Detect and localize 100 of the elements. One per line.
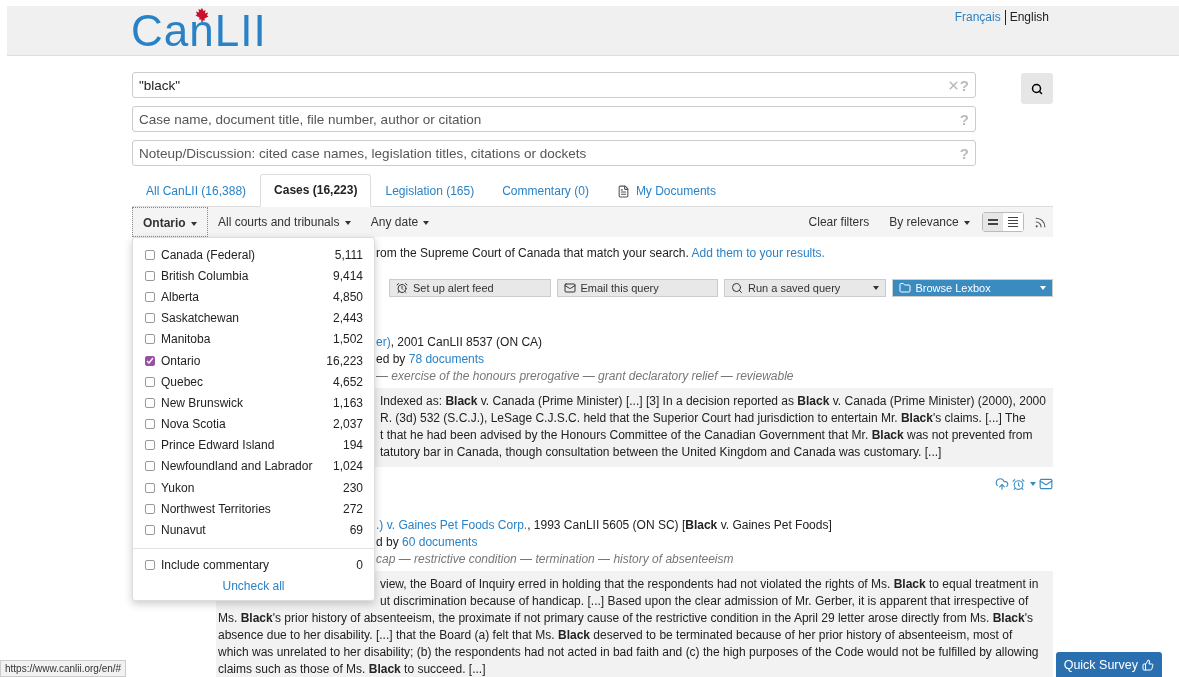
checkbox[interactable] <box>145 291 155 302</box>
cited-by-text: ed by <box>376 352 406 366</box>
rss-icon[interactable] <box>1034 215 1047 229</box>
search-icon <box>1031 82 1043 95</box>
option-label: Nova Scotia <box>161 417 227 432</box>
option-label: Nunavut <box>161 523 207 538</box>
caret-icon[interactable] <box>1030 482 1036 486</box>
caret-icon <box>1040 286 1046 290</box>
caret-icon <box>872 286 879 290</box>
jurisdiction-option[interactable]: Yukon 230 <box>133 477 374 499</box>
snippet-text: absence due to her disability. [...] that the Board (a) felt that Ms. Black deserved to be terminated because of her prior history of absenteeism, most of <box>218 628 1013 642</box>
search-field[interactable]: Case name, document title, file number, author or citation ? <box>132 106 976 132</box>
option-label: Alberta <box>161 289 201 304</box>
checkbox[interactable] <box>145 482 155 493</box>
sort-dropdown[interactable]: By relevance <box>879 207 980 237</box>
option-count: 194 <box>342 438 363 453</box>
snippet-text: t that he had been advised by the Honours Committee of the Canadian Government that Mr. Black was not prevented from <box>380 428 1033 442</box>
checkbox[interactable] <box>145 461 155 472</box>
case-keywords: cap — restrictive condition — termination — history of absenteeism <box>376 552 734 566</box>
checkbox[interactable] <box>145 419 155 430</box>
jurisdiction-option[interactable]: Prince Edward Island 194 <box>133 434 374 456</box>
case-title-link[interactable]: er) <box>376 335 391 349</box>
cloud-upload-icon[interactable] <box>995 477 1009 491</box>
jurisdiction-option[interactable]: Nunavut 69 <box>133 519 374 541</box>
snippet-text: ut discrimination because of handicap. [...] Based upon the clear admission of Mr. Gerber, it is apparent that irrespective of <box>380 594 1029 608</box>
search-field[interactable]: Noteup/Discussion: cited case names, legislation titles, citations or dockets ? <box>132 140 976 166</box>
option-count: 4,850 <box>332 289 363 304</box>
jurisdiction-option[interactable]: Alberta 4,850 <box>133 286 374 308</box>
tab[interactable]: My Documents <box>602 174 730 207</box>
alarm-clock-icon <box>396 282 408 294</box>
search-icon <box>731 282 743 294</box>
tab[interactable]: Legislation (165) <box>371 174 489 207</box>
option-count: 272 <box>342 501 363 516</box>
checkbox[interactable] <box>145 249 155 260</box>
tab[interactable]: Cases (16,223) <box>260 174 372 207</box>
tab[interactable]: Commentary (0) <box>488 174 603 207</box>
jurisdiction-option[interactable]: Manitoba 1,502 <box>133 328 374 350</box>
checkbox[interactable] <box>145 560 155 571</box>
jurisdiction-option[interactable]: Quebec 4,652 <box>133 371 374 393</box>
jurisdiction-option[interactable]: Canada (Federal) 5,111 <box>133 244 374 266</box>
toolbar-button[interactable]: Run a saved query <box>724 279 886 297</box>
snippet-text: Ms. Black's prior history of absenteeism, the proximate if not primary cause of the restrictive condition in the April 29 letter arose directly from Ms. Black's <box>218 611 1033 625</box>
status-url: https://www.canlii.org/en/# <box>0 660 127 677</box>
folder-icon <box>898 282 911 294</box>
jurisdiction-option[interactable]: New Brunswick 1,163 <box>133 392 374 414</box>
jurisdiction-option[interactable]: British Columbia 9,414 <box>133 265 374 287</box>
option-count: 2,037 <box>332 417 363 432</box>
jurisdiction-option[interactable]: Northwest Territories 272 <box>133 498 374 520</box>
checkbox[interactable] <box>145 355 155 366</box>
option-label: Northwest Territories <box>161 501 272 516</box>
expanded-view-button[interactable] <box>983 213 1003 231</box>
toolbar-button[interactable]: Set up alert feed <box>389 279 551 297</box>
checkbox[interactable] <box>145 397 155 408</box>
option-label: Prince Edward Island <box>161 438 276 453</box>
checkbox[interactable] <box>145 376 155 387</box>
snippet-text: which was unrelated to her disability; (b) the respondents had not acted in bad faith and (c) the high purposes of the Code would not be fulfilled by allowing <box>218 645 1039 659</box>
uncheck-all-link[interactable]: Uncheck all <box>133 575 374 596</box>
toolbar-button[interactable]: Email this query <box>556 279 718 297</box>
quick-survey-button[interactable]: Quick Survey <box>1055 652 1162 677</box>
clear-filters-link[interactable]: Clear filters <box>798 207 880 237</box>
option-label: Yukon <box>161 480 196 495</box>
add-results-link[interactable]: Add them to your results. <box>691 246 825 260</box>
tab[interactable]: All CanLII (16,388) <box>132 174 261 207</box>
case-title-link[interactable]: .) v. Gaines Pet Foods Corp. <box>376 518 528 532</box>
snippet-text: R. (3d) 532 (S.C.J.), LeSage C.J.S.C. held that the Superior Court had jurisdiction to entertain Mr. Black's claims. [...] The <box>380 411 1026 425</box>
option-label: Newfoundland and Labrador <box>161 459 314 474</box>
search-field[interactable]: "black" ? <box>132 72 976 98</box>
cited-documents-link[interactable]: 78 documents <box>408 352 485 366</box>
language-link[interactable]: Français <box>950 10 1005 25</box>
filter-dropdown[interactable]: Any date <box>360 207 440 237</box>
snippet-text: Indexed as: Black v. Canada (Prime Minister) [...] [3] In a decision reported as Black v. Canada (Prime Minister) (2000), 2000 <box>380 394 1046 408</box>
checkbox[interactable] <box>145 334 155 345</box>
jurisdiction-option[interactable]: Ontario 16,223 <box>133 349 374 372</box>
jurisdiction-option[interactable]: Include commentary 0 <box>133 554 374 576</box>
toolbar-button[interactable]: Browse Lexbox <box>891 279 1053 297</box>
option-label: Quebec <box>161 374 205 389</box>
option-label: Manitoba <box>161 332 212 347</box>
thumbs-up-icon <box>1142 658 1154 671</box>
checkbox[interactable] <box>145 503 155 514</box>
notice-text: rom the Supreme Court of Canada that match your search. <box>376 246 689 260</box>
option-label: Canada (Federal) <box>161 247 257 262</box>
language-link[interactable]: English <box>1004 10 1053 25</box>
option-count: 230 <box>342 480 363 495</box>
site-logo[interactable]: CanLII <box>131 6 267 55</box>
alarm-clock-icon[interactable] <box>1012 477 1025 491</box>
email-icon[interactable] <box>1039 477 1053 491</box>
jurisdiction-option[interactable]: Newfoundland and Labrador 1,024 <box>133 455 374 478</box>
checkbox[interactable] <box>145 440 155 451</box>
cited-by-text: d by <box>376 535 399 549</box>
checkbox[interactable] <box>145 270 155 281</box>
jurisdiction-option[interactable]: Saskatchewan 2,443 <box>133 307 374 329</box>
jurisdiction-option[interactable]: Nova Scotia 2,037 <box>133 413 374 435</box>
option-count: 16,223 <box>326 353 363 368</box>
checkbox[interactable] <box>145 313 155 324</box>
cited-documents-link[interactable]: 60 documents <box>402 535 478 549</box>
checkbox[interactable] <box>145 525 155 536</box>
search-button[interactable] <box>1021 73 1053 104</box>
clear-icon[interactable] <box>946 78 960 92</box>
filter-dropdown[interactable]: All courts and tribunals <box>208 207 361 237</box>
option-count: 9,414 <box>332 268 363 283</box>
